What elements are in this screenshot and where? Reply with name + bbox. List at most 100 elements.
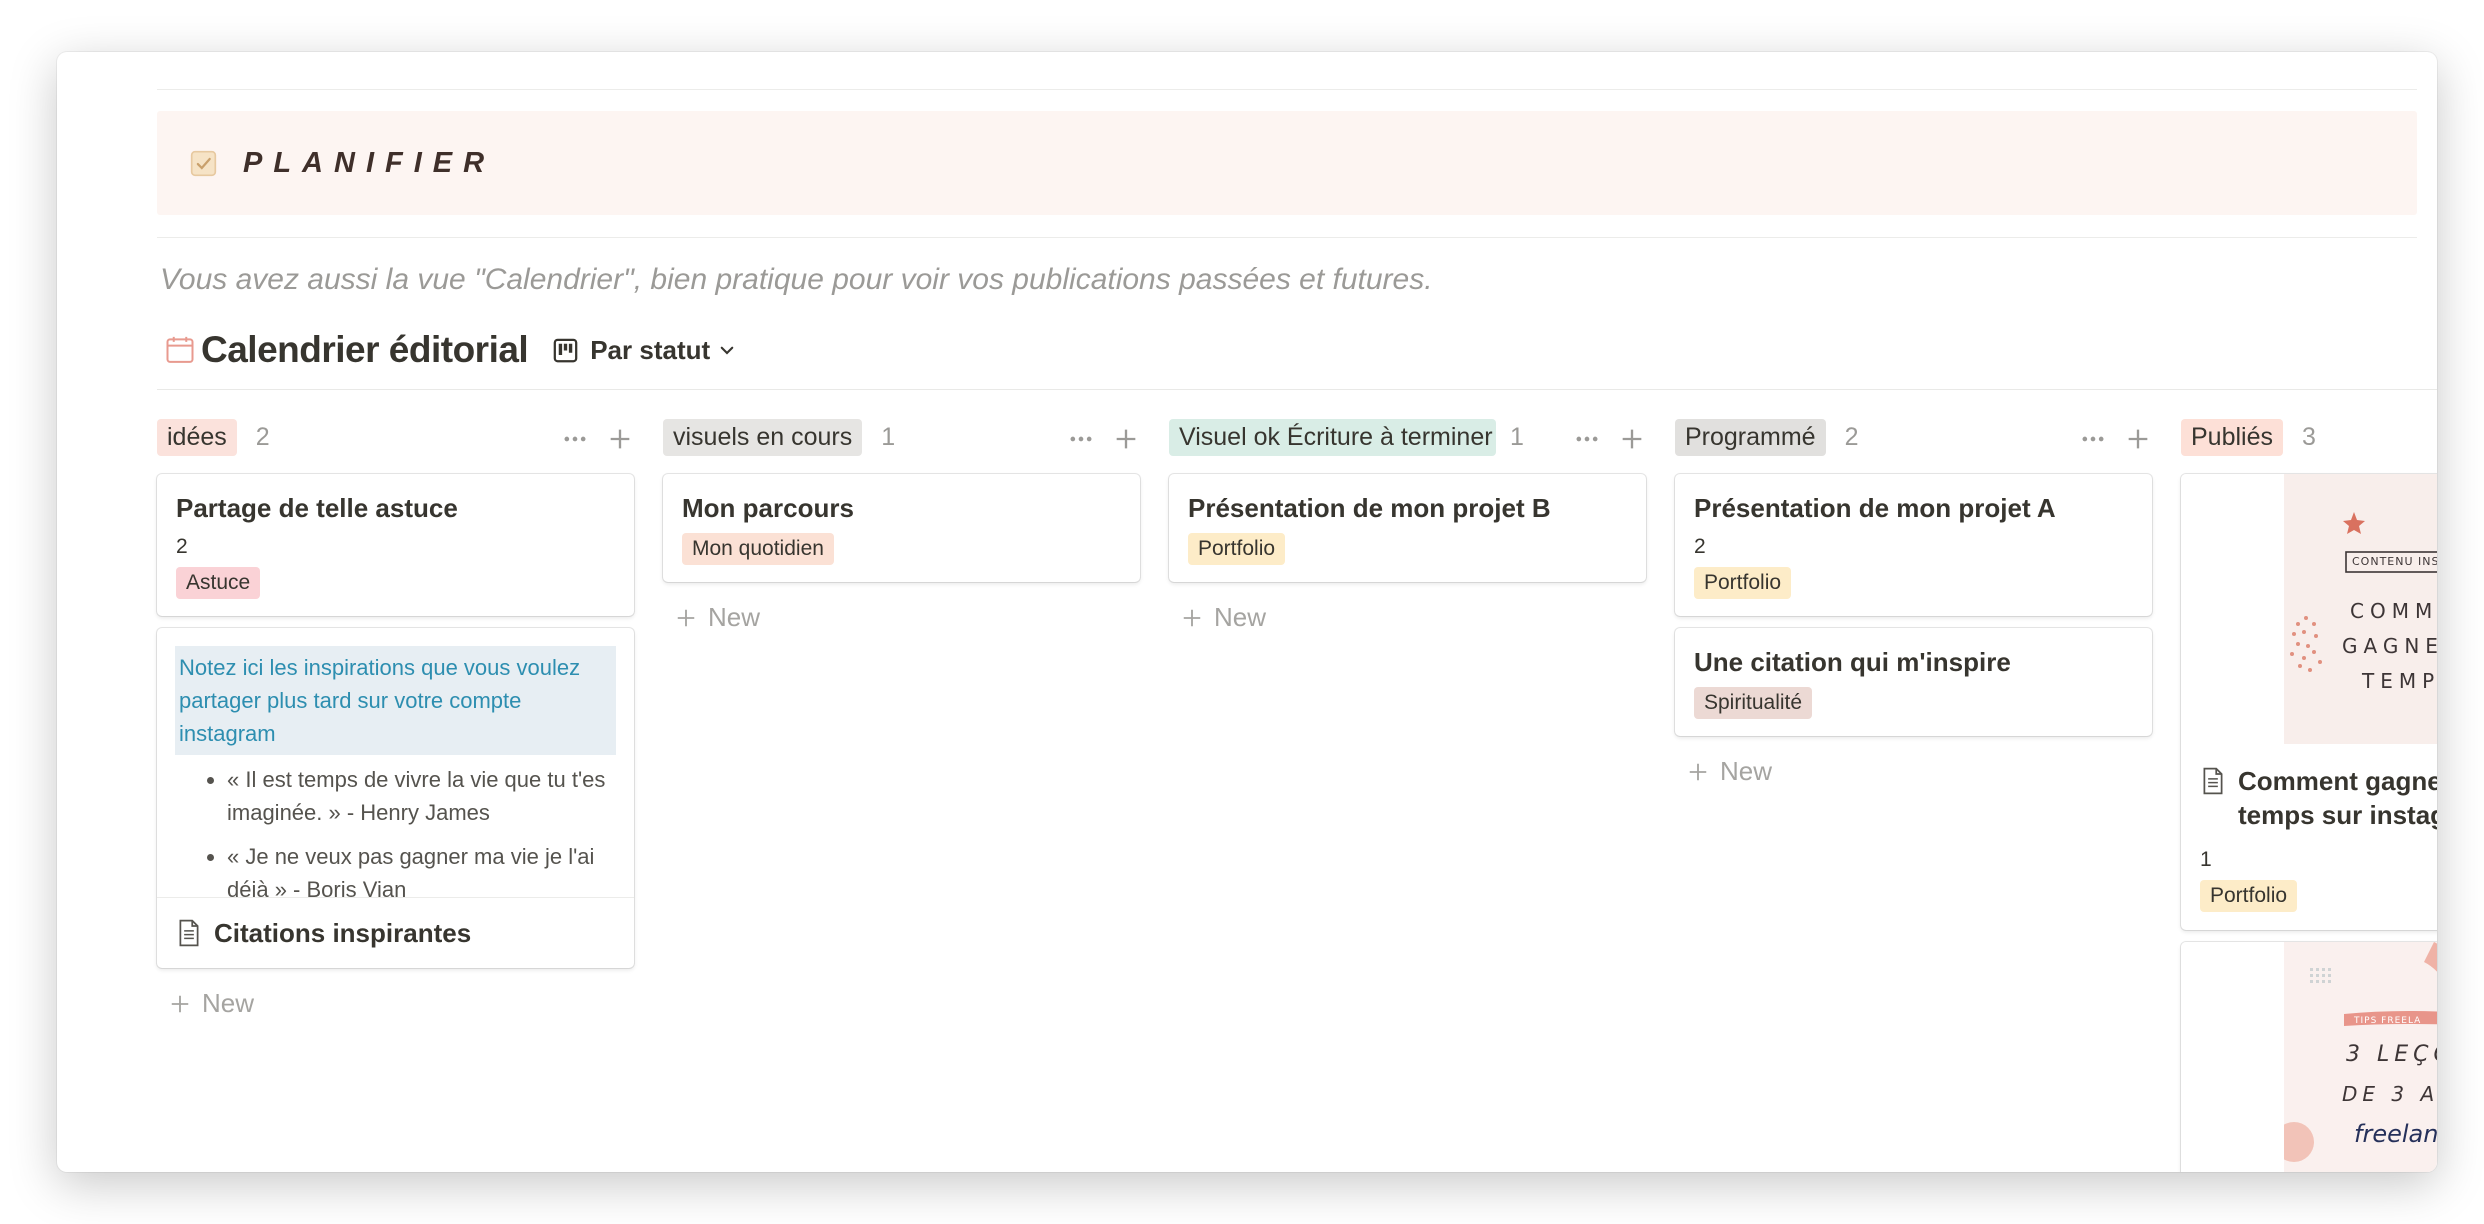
app-window: PLANIFIER Vous avez aussi la vue "Calend… — [57, 52, 2437, 1172]
callout-title: PLANIFIER — [243, 146, 496, 179]
calendar-icon — [166, 336, 194, 363]
cover-line: freelan — [2354, 1120, 2437, 1148]
new-card-label: New — [202, 988, 255, 1018]
cover-label: CONTENU INSTA — [2352, 555, 2437, 568]
column-header: Publiés 3 — [2181, 407, 2437, 467]
card-title: Partage de telle astuce — [176, 493, 458, 523]
card-number: 2 — [1694, 535, 1706, 558]
new-card-button[interactable]: New — [169, 988, 634, 1019]
status-tag[interactable]: idées — [157, 418, 237, 456]
card-mon-parcours[interactable]: Mon parcours Mon quotidien — [663, 474, 1140, 582]
card-title: Mon parcours — [682, 493, 854, 523]
preview-callout: Notez ici les inspirations que vous voul… — [175, 646, 616, 755]
card-title: Présentation de mon projet A — [1694, 493, 2056, 523]
column-header: visuels en cours 1 — [663, 407, 1140, 467]
more-icon[interactable] — [1573, 425, 1601, 453]
check-square-icon — [190, 150, 217, 176]
card-preview: Notez ici les inspirations que vous voul… — [157, 628, 634, 898]
card-title-row: Comment gagner du temps sur instagram — [2200, 764, 2437, 832]
card-projet-a[interactable]: Présentation de mon projet A 2 Portfolio — [1675, 474, 2152, 616]
document-icon — [2203, 767, 2223, 795]
new-card-label: New — [1214, 602, 1267, 632]
chevron-down-icon — [720, 346, 734, 355]
more-icon[interactable] — [1067, 425, 1095, 453]
divider — [157, 237, 2417, 238]
card-projet-b[interactable]: Présentation de mon projet B Portfolio — [1169, 474, 1646, 582]
column-actions — [1050, 425, 1140, 453]
card-title: Citations inspirantes — [214, 918, 472, 948]
page-subtitle: Vous avez aussi la vue "Calendrier", bie… — [160, 263, 1433, 296]
cover-label: TIPS FREELA — [2354, 1016, 2422, 1026]
column-count: 1 — [881, 422, 896, 451]
card-title: Une citation qui m'inspire — [1694, 647, 2011, 677]
card-tag: Astuce — [176, 567, 261, 599]
plus-icon[interactable] — [1112, 425, 1140, 453]
column-count: 2 — [255, 422, 270, 451]
card-body: Comment gagner du temps sur instagram 1 … — [2181, 744, 2437, 930]
cover-art: TIPS FREELA 3 LEÇO DE 3 AN freelan — [2284, 942, 2437, 1172]
more-icon[interactable] — [2079, 425, 2107, 453]
page-content: PLANIFIER Vous avez aussi la vue "Calend… — [157, 52, 2437, 1172]
status-tag[interactable]: Publiés — [2181, 418, 2283, 456]
preview-list-item: « Je ne veux pas gagner ma vie je l'ai d… — [227, 840, 616, 897]
card-partage-astuce[interactable]: Partage de telle astuce 2 Astuce — [157, 474, 634, 616]
card-tag: Spiritualité — [1694, 687, 1813, 719]
card-tag: Mon quotidien — [682, 533, 834, 565]
status-tag[interactable]: Programmé — [1675, 418, 1826, 456]
column-idees: idées 2 Partage de telle astuce 2 Astuce… — [157, 407, 634, 1019]
board-divider — [157, 389, 2437, 390]
database-title[interactable]: Calendrier éditorial — [201, 329, 529, 371]
new-card-button[interactable]: New — [675, 602, 1140, 633]
database-header: Calendrier éditorial Par statut — [165, 325, 736, 375]
status-tag[interactable]: Visuel ok Écriture à terminer — [1169, 418, 1496, 456]
column-header: Programmé 2 — [1675, 407, 2152, 467]
callout-planifier: PLANIFIER — [157, 111, 2417, 215]
column-visuel-ok: Visuel ok Écriture à terminer 1 Présenta… — [1169, 407, 1646, 633]
more-icon[interactable] — [561, 425, 589, 453]
column-programme: Programmé 2 Présentation de mon projet A… — [1675, 407, 2152, 787]
card-title: Présentation de mon projet B — [1188, 493, 1551, 523]
card-tag: Portfolio — [2200, 880, 2298, 912]
divider — [157, 89, 2417, 90]
card-tag: Portfolio — [1188, 533, 1286, 565]
card-trois-lecons[interactable]: TIPS FREELA 3 LEÇO DE 3 AN freelan — [2181, 942, 2437, 1172]
plus-icon — [1183, 609, 1201, 626]
card-citations-inspirantes[interactable]: Notez ici les inspirations que vous voul… — [157, 628, 634, 968]
plus-icon[interactable] — [1618, 425, 1646, 453]
column-header: idées 2 — [157, 407, 634, 467]
document-icon — [179, 919, 199, 947]
plus-icon — [677, 609, 695, 626]
new-card-button[interactable]: New — [1687, 756, 2152, 787]
cover-art: CONTENU INSTA COMME GAGNER TEMPS — [2284, 474, 2437, 744]
plus-icon — [1689, 763, 1707, 780]
column-actions — [2062, 425, 2152, 453]
card-gagner-temps[interactable]: CONTENU INSTA COMME GAGNER TEMPS Comment — [2181, 474, 2437, 930]
cover-line: DE 3 AN — [2342, 1082, 2437, 1106]
board-view-icon — [553, 338, 578, 362]
card-cover-image: TIPS FREELA 3 LEÇO DE 3 AN freelan — [2181, 942, 2437, 1172]
new-card-button[interactable]: New — [1181, 602, 1646, 633]
cover-line: TEMPS — [2362, 669, 2437, 693]
view-selector[interactable]: Par statut — [552, 335, 736, 366]
card-tag: Portfolio — [1694, 567, 1792, 599]
plus-icon[interactable] — [606, 425, 634, 453]
card-citation-inspire[interactable]: Une citation qui m'inspire Spiritualité — [1675, 628, 2152, 736]
preview-list-item: « Il est temps de vivre la vie que tu t'… — [227, 763, 616, 829]
cover-line: 3 LEÇO — [2346, 1042, 2437, 1067]
new-card-label: New — [1720, 756, 1773, 786]
column-count: 3 — [2302, 422, 2316, 451]
column-actions — [544, 425, 634, 453]
card-cover-image: CONTENU INSTA COMME GAGNER TEMPS — [2181, 474, 2437, 744]
cover-line: GAGNER — [2342, 634, 2437, 658]
column-visuels-en-cours: visuels en cours 1 Mon parcours Mon quot… — [663, 407, 1140, 633]
status-tag[interactable]: visuels en cours — [663, 418, 863, 456]
column-count: 1 — [1510, 422, 1524, 451]
column-count: 2 — [1844, 422, 1859, 451]
card-number: 2 — [176, 535, 188, 558]
preview-list: « Il est temps de vivre la vie que tu t'… — [175, 763, 616, 897]
card-footer: Citations inspirantes — [157, 898, 634, 968]
plus-icon[interactable] — [2124, 425, 2152, 453]
cover-line: COMME — [2350, 599, 2437, 623]
view-selector-label: Par statut — [590, 334, 711, 365]
card-number: 1 — [2200, 848, 2212, 871]
